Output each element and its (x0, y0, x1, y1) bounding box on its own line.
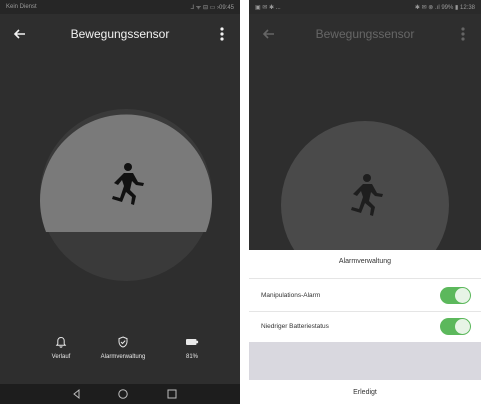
battery-level-label: 81% (185, 354, 198, 360)
battery-status: 81% (180, 336, 204, 360)
shield-check-icon (118, 336, 128, 348)
sensor-visual (39, 109, 212, 281)
left-phone-screen: Kein Dienst ⅃ ᯤ ⊟ ▭ ›09:45 Bewegungssens… (0, 0, 240, 404)
tamper-alarm-row[interactable]: Manipulations-Alarm (249, 282, 481, 308)
nav-home-icon[interactable] (118, 389, 128, 399)
done-button[interactable]: Erledigt (249, 389, 481, 396)
alarm-management-sheet: Alarmverwaltung Manipulations-Alarm Nied… (249, 250, 481, 404)
sensor-visual (281, 121, 449, 260)
nav-back-icon[interactable] (73, 388, 80, 400)
battery-icon (186, 339, 199, 345)
nav-alarm-management[interactable]: Alarmverwaltung (98, 336, 148, 360)
bell-icon (55, 336, 67, 348)
divider (249, 278, 481, 279)
low-battery-label: Niedriger Batteriestatus (261, 323, 329, 330)
nav-history-label: Verlauf (51, 354, 71, 360)
sheet-title: Alarmverwaltung (338, 258, 392, 265)
spacer-area (249, 342, 481, 380)
nav-alarm-label: Alarmverwaltung (100, 354, 146, 360)
divider (249, 311, 481, 312)
bottom-navigation: Verlauf Alarmverwaltung 81% (0, 330, 240, 384)
right-phone-screen: ▣ ✉ ✱ ... ✱ ✉ ⊗ .ıl 99% ▮ 12:38 Bewegung… (249, 0, 481, 404)
tamper-alarm-toggle[interactable] (440, 287, 471, 304)
low-battery-row[interactable]: Niedriger Batteriestatus (249, 313, 481, 339)
low-battery-toggle[interactable] (440, 318, 471, 335)
system-navigation-bar (0, 384, 240, 404)
nav-recents-icon[interactable] (167, 389, 177, 399)
tamper-alarm-label: Manipulations-Alarm (261, 292, 321, 299)
nav-history[interactable]: Verlauf (46, 336, 76, 360)
